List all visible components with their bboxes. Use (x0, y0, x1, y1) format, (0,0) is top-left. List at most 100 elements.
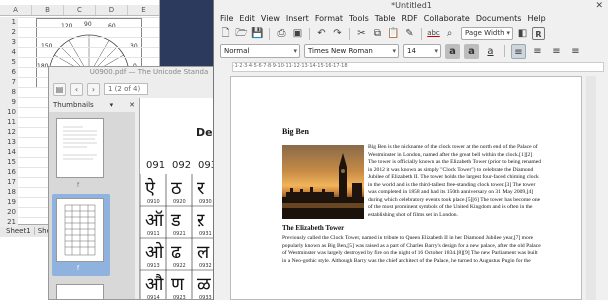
row-number[interactable]: 6 (0, 67, 18, 77)
thumbnail-pane[interactable]: f f (49, 112, 135, 299)
row-number[interactable]: 18 (0, 187, 18, 197)
glyph-cell: ळ (197, 274, 211, 295)
document-page[interactable]: Big Ben Big Ben is the nickname of the c… (230, 76, 582, 300)
grid-line (18, 37, 159, 38)
next-page-icon[interactable]: › (87, 82, 100, 96)
document-icon[interactable]: R (532, 27, 545, 40)
row-number[interactable]: 15 (0, 157, 18, 167)
row-number[interactable]: 19 (0, 197, 18, 207)
row-number[interactable]: 12 (0, 127, 18, 137)
row-number[interactable]: 11 (0, 117, 18, 127)
font-size-select[interactable]: 14 (403, 44, 441, 58)
glyph-code: 0922 (173, 263, 186, 269)
menu-table[interactable]: Table (375, 14, 396, 23)
save-icon[interactable]: 💾 (251, 27, 264, 40)
glyph-code: 0930 (199, 199, 212, 205)
row-number[interactable]: 8 (0, 87, 18, 97)
thumbnail-caption: f (77, 182, 80, 189)
paste-icon[interactable]: 📋 (387, 27, 400, 40)
row-number[interactable]: 7 (0, 77, 18, 87)
menu-file[interactable]: File (220, 14, 233, 23)
chevron-down-icon[interactable]: ▾ (110, 101, 114, 109)
row-number[interactable]: 4 (0, 47, 18, 57)
vertical-scrollbar[interactable] (586, 76, 596, 300)
section-heading[interactable]: The Elizabeth Tower (282, 224, 542, 232)
underline-icon[interactable]: a (483, 44, 498, 59)
undo-icon[interactable]: ↶ (315, 27, 328, 40)
open-icon[interactable]: 🗁 (235, 27, 248, 40)
glyph-code: 0920 (173, 199, 186, 205)
cut-icon[interactable]: ✂ (355, 27, 368, 40)
paragraph[interactable]: Previously called the Clock Tower, named… (282, 235, 542, 265)
menu-collaborate[interactable]: Collaborate (424, 14, 470, 23)
row-number[interactable]: 3 (0, 37, 18, 47)
row-number[interactable]: 2 (0, 27, 18, 37)
column-header[interactable]: D (96, 5, 128, 15)
page-number-field[interactable]: 1 (2 of 4) (104, 83, 148, 95)
copy-icon[interactable]: ⧉ (371, 27, 384, 40)
spellcheck-icon[interactable]: abc (427, 27, 440, 40)
find-icon[interactable]: ⌕ (443, 27, 456, 40)
print-icon[interactable]: ⎙ (275, 27, 288, 40)
font-name-select[interactable]: Times New Roman (304, 44, 399, 58)
ruler[interactable]: ·1·2·3·4·5·6·7·8·9·10·11·12·13·14·15·16·… (232, 62, 604, 72)
sheet-tab[interactable]: Sheet1 (3, 227, 35, 235)
menu-rdf[interactable]: RDF (401, 14, 417, 23)
menu-documents[interactable]: Documents (476, 14, 522, 23)
row-number[interactable]: 21 (0, 217, 18, 227)
column-header[interactable]: E (128, 5, 159, 15)
document-title[interactable]: Big Ben (282, 127, 542, 136)
row-number[interactable]: 14 (0, 147, 18, 157)
document-body[interactable]: Big Ben Big Ben is the nickname of the c… (282, 127, 542, 265)
new-document-icon[interactable]: 🗋 (219, 27, 232, 40)
row-number[interactable]: 10 (0, 107, 18, 117)
menu-view[interactable]: View (261, 14, 280, 23)
row-number[interactable]: 5 (0, 57, 18, 67)
sidebar-toggle-icon[interactable]: ▤ (53, 82, 66, 96)
zoom-select[interactable]: Page Width (461, 27, 513, 40)
row-number[interactable]: 1 (0, 17, 18, 27)
align-center-icon[interactable]: ≡ (530, 44, 545, 59)
row-number[interactable]: 17 (0, 177, 18, 187)
glyph-cell: ड (171, 210, 181, 231)
italic-icon[interactable]: a (464, 43, 479, 59)
row-number[interactable]: 9 (0, 97, 18, 107)
menu-help[interactable]: Help (527, 14, 545, 23)
column-header[interactable]: C (64, 5, 96, 15)
close-icon[interactable]: ✕ (595, 0, 603, 12)
menu-tools[interactable]: Tools (349, 14, 369, 23)
menu-edit[interactable]: Edit (239, 14, 255, 23)
column-header[interactable]: B (32, 5, 64, 15)
bookmark-icon[interactable]: ◧ (516, 27, 529, 40)
close-icon[interactable]: ✕ (129, 101, 135, 109)
glyph-cell: ल (197, 242, 210, 263)
grid-line (18, 27, 159, 28)
page-thumbnail[interactable] (56, 284, 104, 299)
bold-icon[interactable]: a (445, 43, 460, 59)
menu-format[interactable]: Format (315, 14, 343, 23)
format-paint-icon[interactable]: ✎ (403, 27, 416, 40)
align-right-icon[interactable]: ≡ (549, 44, 564, 59)
previous-page-icon[interactable]: ‹ (70, 82, 83, 96)
redo-icon[interactable]: ↷ (331, 27, 344, 40)
thumbnail-caption: f (77, 265, 80, 272)
page-thumbnail[interactable] (56, 118, 104, 178)
grid-line (18, 17, 159, 18)
glyph-cell: ढ (171, 242, 182, 263)
glyph-code: 0914 (147, 295, 160, 300)
paragraph-style-select[interactable]: Normal (220, 44, 300, 58)
menu-insert[interactable]: Insert (286, 14, 309, 23)
row-number[interactable]: 16 (0, 167, 18, 177)
thumbnails-label: Thumbnails (53, 101, 94, 109)
column-header[interactable]: A (0, 5, 32, 15)
row-number[interactable]: 20 (0, 207, 18, 217)
row-number[interactable]: 13 (0, 137, 18, 147)
big-ben-photo[interactable] (282, 145, 364, 219)
align-left-icon[interactable]: ≡ (511, 43, 526, 59)
pdf-export-icon[interactable]: ▣ (291, 27, 304, 40)
justify-icon[interactable]: ≡ (568, 44, 583, 59)
glyph-cell: ऐ (145, 178, 155, 199)
glyph-cell: ऱ (197, 210, 205, 231)
standard-toolbar: 🗋 🗁 💾 ⎙ ▣ ↶ ↷ ✂ ⧉ 📋 ✎ abc ⌕ Page Width ◧… (214, 25, 608, 42)
page-thumbnail[interactable] (56, 198, 104, 262)
